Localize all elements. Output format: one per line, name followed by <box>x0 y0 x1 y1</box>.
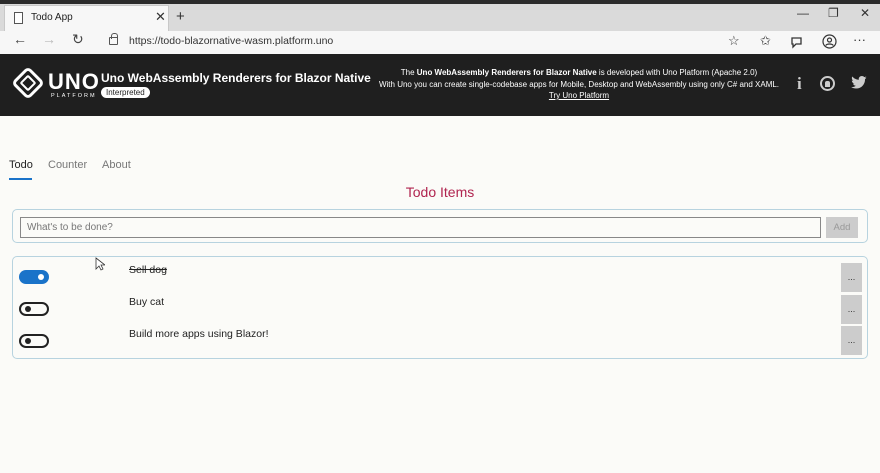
window-close-button[interactable]: ✕ <box>860 6 870 20</box>
forward-button[interactable]: → <box>42 31 56 47</box>
back-button[interactable]: ← <box>13 31 27 47</box>
todo-text: Buy cat <box>129 296 165 308</box>
twitter-icon[interactable] <box>850 76 868 90</box>
add-button[interactable]: Add <box>826 217 858 238</box>
tab-close-icon[interactable]: ✕ <box>155 9 166 25</box>
new-todo-panel: Add <box>12 209 868 243</box>
mode-badge: Interpreted <box>101 87 150 98</box>
logo-word: UNO <box>48 69 100 94</box>
new-todo-input[interactable] <box>20 217 821 238</box>
app-title: Uno WebAssembly Renderers for Blazor Nat… <box>101 71 371 85</box>
read-aloud-icon[interactable] <box>790 35 804 49</box>
github-icon[interactable] <box>820 76 835 91</box>
more-options-icon[interactable]: ··· <box>853 32 866 47</box>
todo-more-button[interactable]: ... <box>841 295 862 324</box>
todo-done-toggle[interactable] <box>19 302 49 316</box>
try-uno-link[interactable]: Try Uno Platform <box>549 91 609 100</box>
page-title: Todo Items <box>405 184 475 200</box>
maximize-button[interactable]: ❐ <box>828 6 839 20</box>
todo-done-toggle[interactable] <box>19 334 49 348</box>
url-field[interactable]: https://todo-blazornative-wasm.platform.… <box>129 35 333 47</box>
browser-tab-title: Todo App <box>31 12 73 23</box>
app-header: UNO PLATFORM Uno WebAssembly Renderers f… <box>0 54 880 116</box>
page-icon <box>14 12 23 24</box>
minimize-button[interactable]: — <box>797 6 809 20</box>
lock-icon <box>109 33 118 45</box>
toggle-knob <box>38 274 44 280</box>
refresh-button[interactable]: ↻ <box>72 31 84 48</box>
todo-done-toggle[interactable] <box>19 270 49 284</box>
tab-todo[interactable]: Todo <box>9 159 33 171</box>
tab-about[interactable]: About <box>102 159 131 171</box>
tab-counter[interactable]: Counter <box>48 159 87 171</box>
logo-subtitle: PLATFORM <box>51 93 97 99</box>
todo-more-button[interactable]: ... <box>841 326 862 355</box>
todo-row: Sell dog ... <box>13 257 867 292</box>
toggle-knob <box>25 306 31 312</box>
profile-icon[interactable] <box>822 34 837 49</box>
info-prefix: The <box>400 68 417 77</box>
todo-list: Sell dog ... Buy cat ... Build more apps… <box>12 256 868 359</box>
uno-logo[interactable]: UNO PLATFORM <box>11 66 99 103</box>
todo-more-button[interactable]: ... <box>841 263 862 292</box>
favorites-hub-icon[interactable]: ✩ <box>760 33 771 49</box>
todo-text: Sell dog <box>129 264 167 276</box>
header-info: The Uno WebAssembly Renderers for Blazor… <box>372 67 786 102</box>
todo-text: Build more apps using Blazor! <box>129 328 269 340</box>
info-suffix: is developed with Uno Platform (Apache 2… <box>596 68 758 77</box>
active-tab-indicator <box>9 178 32 180</box>
toggle-knob <box>25 338 31 344</box>
uno-logo-mark-icon <box>11 66 45 100</box>
todo-row: Build more apps using Blazor! ... <box>13 321 867 355</box>
info-icon[interactable]: i <box>797 74 802 94</box>
favorite-star-icon[interactable]: ☆ <box>728 33 740 49</box>
address-bar: ← → ↻ https://todo-blazornative-wasm.pla… <box>0 31 880 55</box>
mouse-cursor-icon <box>95 257 105 271</box>
browser-tab-strip: Todo App ✕ + — ❐ ✕ <box>0 0 880 31</box>
info-bold: Uno WebAssembly Renderers for Blazor Nat… <box>416 68 597 77</box>
new-tab-button[interactable]: + <box>176 8 185 25</box>
todo-row: Buy cat ... <box>13 289 867 324</box>
browser-tab[interactable]: Todo App ✕ <box>4 5 169 31</box>
info-line2: With Uno you can create single-codebase … <box>378 79 780 89</box>
